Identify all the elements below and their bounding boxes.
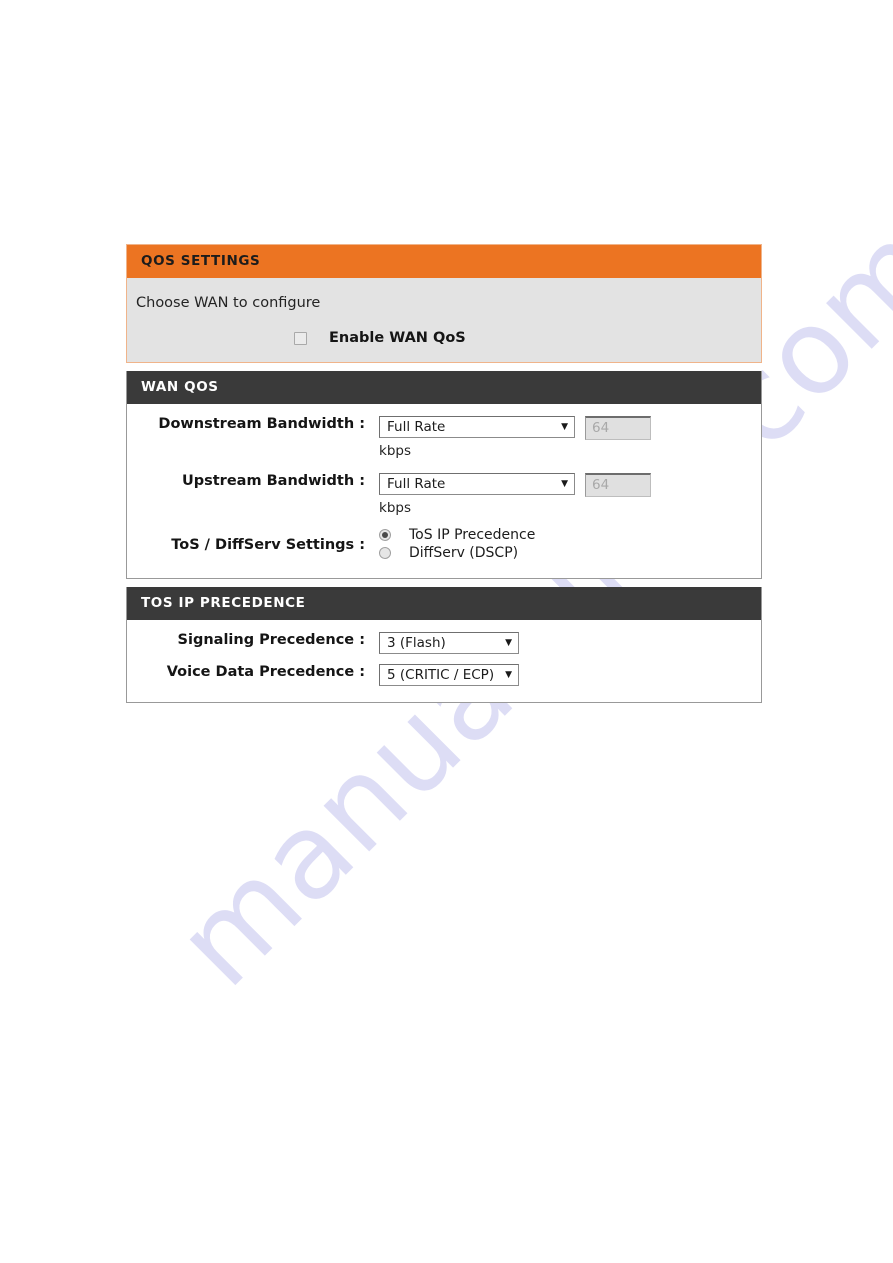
- upstream-bandwidth-select-value: Full Rate: [387, 476, 446, 492]
- wan-qos-body: Downstream Bandwidth : Full Rate ▼ 64 kb…: [127, 404, 761, 578]
- downstream-bandwidth-select-value: Full Rate: [387, 419, 446, 435]
- tos-diffserv-settings-row: ToS / DiffServ Settings : ToS IP Precede…: [127, 524, 761, 562]
- downstream-bandwidth-label: Downstream Bandwidth :: [158, 416, 365, 432]
- tos-diffserv-settings-label: ToS / DiffServ Settings :: [171, 537, 365, 553]
- upstream-bandwidth-unit: kbps: [379, 500, 411, 516]
- qos-settings-header: QOS SETTINGS: [127, 245, 761, 278]
- signaling-precedence-field: 3 (Flash) ▼: [379, 632, 761, 654]
- voice-data-precedence-select-value: 5 (CRITIC / ECP): [387, 667, 495, 683]
- downstream-bandwidth-input[interactable]: 64: [585, 416, 651, 440]
- downstream-bandwidth-field: Full Rate ▼ 64 kbps: [379, 416, 761, 459]
- choose-wan-instruction: Choose WAN to configure: [136, 295, 321, 311]
- voice-data-precedence-label: Voice Data Precedence :: [166, 664, 365, 680]
- diffserv-dscp-label: DiffServ (DSCP): [409, 545, 519, 561]
- upstream-controls: Full Rate ▼ 64: [379, 473, 761, 497]
- upstream-bandwidth-select[interactable]: Full Rate ▼: [379, 473, 575, 495]
- upstream-bandwidth-field: Full Rate ▼ 64 kbps: [379, 473, 761, 516]
- tos-ip-precedence-radio[interactable]: [379, 529, 391, 541]
- downstream-controls: Full Rate ▼ 64: [379, 416, 761, 440]
- voice-data-precedence-field: 5 (CRITIC / ECP) ▼: [379, 664, 761, 686]
- wan-qos-panel: WAN QOS Downstream Bandwidth : Full Rate…: [126, 371, 762, 579]
- signaling-precedence-row: Signaling Precedence : 3 (Flash) ▼: [127, 632, 761, 654]
- enable-wan-qos-row: Enable WAN QoS: [127, 330, 761, 346]
- downstream-bandwidth-unit: kbps: [379, 443, 411, 459]
- upstream-bandwidth-label: Upstream Bandwidth :: [181, 473, 365, 489]
- chevron-down-icon: ▼: [505, 669, 512, 680]
- tos-ip-precedence-label: ToS IP Precedence: [409, 527, 536, 543]
- enable-wan-qos-checkbox[interactable]: [294, 331, 307, 345]
- tos-ip-precedence-panel: TOS IP PRECEDENCE Signaling Precedence :…: [126, 587, 762, 703]
- chevron-down-icon: ▼: [561, 421, 568, 432]
- signaling-precedence-select[interactable]: 3 (Flash) ▼: [379, 632, 519, 654]
- upstream-bandwidth-input[interactable]: 64: [585, 473, 651, 497]
- qos-settings-body: Choose WAN to configure Enable WAN QoS: [127, 278, 761, 362]
- upstream-bandwidth-row: Upstream Bandwidth : Full Rate ▼ 64 kbps: [127, 473, 761, 516]
- enable-wan-qos-label: Enable WAN QoS: [329, 330, 466, 346]
- chevron-down-icon: ▼: [561, 478, 568, 489]
- qos-configuration-page: QOS SETTINGS Choose WAN to configure Ena…: [126, 244, 762, 711]
- wan-qos-header: WAN QOS: [127, 371, 761, 404]
- diffserv-dscp-option[interactable]: DiffServ (DSCP): [379, 544, 761, 562]
- voice-data-precedence-select[interactable]: 5 (CRITIC / ECP) ▼: [379, 664, 519, 686]
- tos-ip-precedence-body: Signaling Precedence : 3 (Flash) ▼ Voice…: [127, 620, 761, 702]
- tos-diffserv-radio-group: ToS IP Precedence DiffServ (DSCP): [379, 526, 761, 562]
- signaling-precedence-select-value: 3 (Flash): [387, 635, 446, 651]
- diffserv-dscp-radio[interactable]: [379, 547, 391, 559]
- downstream-bandwidth-row: Downstream Bandwidth : Full Rate ▼ 64 kb…: [127, 416, 761, 459]
- signaling-precedence-label: Signaling Precedence :: [177, 632, 365, 648]
- tos-ip-precedence-option[interactable]: ToS IP Precedence: [379, 526, 761, 544]
- chevron-down-icon: ▼: [505, 637, 512, 648]
- voice-data-precedence-row: Voice Data Precedence : 5 (CRITIC / ECP)…: [127, 664, 761, 686]
- downstream-bandwidth-select[interactable]: Full Rate ▼: [379, 416, 575, 438]
- tos-diffserv-settings-field: ToS IP Precedence DiffServ (DSCP): [379, 524, 761, 562]
- tos-ip-precedence-header: TOS IP PRECEDENCE: [127, 587, 761, 620]
- qos-settings-panel: QOS SETTINGS Choose WAN to configure Ena…: [126, 244, 762, 363]
